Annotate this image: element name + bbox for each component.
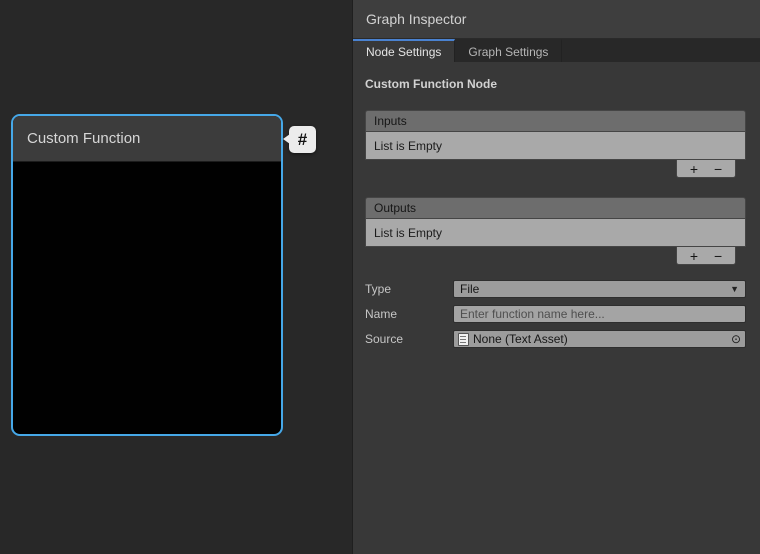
section-title: Custom Function Node <box>365 77 746 91</box>
type-row: Type File ▼ <box>365 280 746 298</box>
inputs-list: Inputs List is Empty + − <box>365 110 746 178</box>
node-preview <box>13 162 281 434</box>
inspector-content: Custom Function Node Inputs List is Empt… <box>353 77 760 348</box>
type-dropdown[interactable]: File ▼ <box>453 280 746 298</box>
hash-icon: # <box>298 131 307 148</box>
node-title: Custom Function <box>27 130 140 147</box>
chevron-down-icon: ▼ <box>730 284 739 294</box>
inputs-footer-box: + − <box>676 160 736 178</box>
outputs-empty-label: List is Empty <box>374 226 442 240</box>
inspector-title: Graph Inspector <box>366 11 466 27</box>
node-properties: Type File ▼ Name Source None (Text Asset… <box>365 280 746 348</box>
outputs-list-empty-row: List is Empty <box>365 219 746 247</box>
node-header[interactable]: Custom Function <box>13 116 281 162</box>
name-label: Name <box>365 307 453 321</box>
inputs-add-button[interactable]: + <box>690 162 698 176</box>
outputs-remove-button[interactable]: − <box>714 249 722 263</box>
source-object-value: None (Text Asset) <box>473 332 727 346</box>
code-preview-badge[interactable]: # <box>289 126 316 153</box>
source-label: Source <box>365 332 453 346</box>
outputs-add-button[interactable]: + <box>690 249 698 263</box>
inputs-remove-button[interactable]: − <box>714 162 722 176</box>
graph-inspector-panel: Graph Inspector Node Settings Graph Sett… <box>352 0 760 554</box>
shader-graph-window: { "node": { "title": "Custom Function", … <box>0 0 760 554</box>
inputs-list-header: Inputs <box>365 110 746 132</box>
inputs-empty-label: List is Empty <box>374 139 442 153</box>
tab-graph-settings-label: Graph Settings <box>468 45 548 59</box>
name-row: Name <box>365 305 746 323</box>
source-object-field[interactable]: None (Text Asset) ⊙ <box>453 330 746 348</box>
type-dropdown-value: File <box>460 282 479 296</box>
tab-node-settings[interactable]: Node Settings <box>353 39 455 62</box>
outputs-list: Outputs List is Empty + − <box>365 197 746 265</box>
inputs-list-footer: + − <box>365 160 746 178</box>
outputs-footer-box: + − <box>676 247 736 265</box>
inspector-header: Graph Inspector <box>353 0 760 39</box>
type-label: Type <box>365 282 453 296</box>
inspector-tabbar: Node Settings Graph Settings <box>353 39 760 62</box>
function-name-input[interactable] <box>453 305 746 323</box>
outputs-list-footer: + − <box>365 247 746 265</box>
custom-function-node[interactable]: Custom Function <box>11 114 283 436</box>
text-asset-icon <box>458 333 469 346</box>
outputs-list-header: Outputs <box>365 197 746 219</box>
source-row: Source None (Text Asset) ⊙ <box>365 330 746 348</box>
inputs-list-empty-row: List is Empty <box>365 132 746 160</box>
tab-node-settings-label: Node Settings <box>366 45 441 59</box>
tab-graph-settings[interactable]: Graph Settings <box>455 39 562 62</box>
object-picker-icon[interactable]: ⊙ <box>731 333 741 345</box>
